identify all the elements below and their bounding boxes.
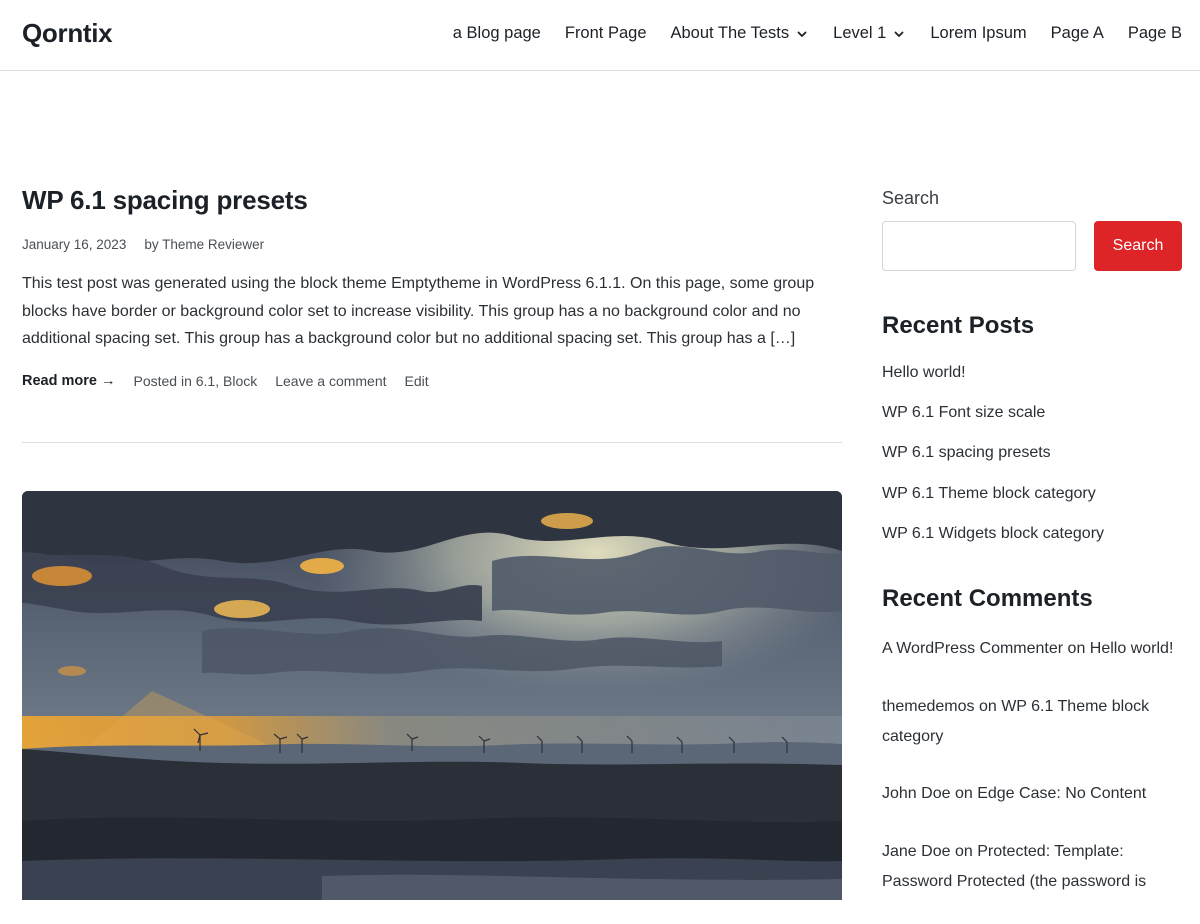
recent-post-link[interactable]: WP 6.1 spacing presets [882, 444, 1051, 461]
site-title[interactable]: Qorntix [22, 18, 113, 49]
list-item: John Doe on Edge Case: No Content [882, 779, 1182, 809]
comment-post-link[interactable]: Hello world! [1090, 640, 1174, 657]
nav-item-page-a[interactable]: Page A [1051, 24, 1104, 43]
search-label: Search [882, 188, 940, 208]
post-footer: Read more → Posted in 6.1, Block Leave a… [22, 373, 842, 389]
recent-post-link[interactable]: Hello world! [882, 364, 966, 381]
post-categories: Posted in 6.1, Block [133, 373, 257, 389]
category-links[interactable]: 6.1, Block [196, 373, 257, 389]
nav-item-lorem-ipsum[interactable]: Lorem Ipsum [930, 24, 1026, 43]
nav-item-label: Level 1 [833, 24, 887, 42]
post-divider [22, 442, 842, 443]
nav-item-label: Page B [1127, 24, 1182, 42]
post-date[interactable]: January 16, 2023 [22, 237, 126, 252]
search-input[interactable] [882, 221, 1076, 271]
list-item: WP 6.1 Font size scale [882, 403, 1182, 443]
nav-item-page-b[interactable]: Page B [1128, 24, 1182, 43]
nav-item-label: Front Page [564, 24, 647, 42]
nav-item-label: About The Tests [670, 24, 790, 42]
chevron-down-icon[interactable] [892, 27, 906, 41]
comment-on-text: on [954, 842, 973, 860]
comment-on-text: on [954, 785, 973, 802]
list-item: A WordPress Commenter on Hello world! [882, 634, 1182, 664]
recent-comments-title: Recent Comments [882, 585, 1093, 612]
comment-post-link[interactable]: Edge Case: No Content [977, 785, 1146, 802]
post-author[interactable]: by Theme Reviewer [144, 237, 264, 252]
nav-item-label: a Blog page [452, 24, 541, 42]
featured-image[interactable] [22, 491, 842, 900]
recent-posts-title: Recent Posts [882, 312, 1035, 339]
recent-posts-list: Hello world! WP 6.1 Font size scale WP 6… [882, 363, 1182, 564]
post-title[interactable]: WP 6.1 spacing presets [22, 185, 842, 216]
comment-on-text: on [978, 697, 997, 715]
comment-author-link[interactable]: Jane Doe [882, 843, 951, 860]
sidebar-search: Search Search [882, 188, 1182, 271]
list-item: Jane Doe on Protected: Template: Passwor… [882, 837, 1182, 897]
sunset-landscape-image [22, 491, 842, 900]
list-item: themedemos on WP 6.1 Theme block categor… [882, 692, 1182, 752]
posted-in-label: Posted in [133, 372, 192, 389]
comment-author-link[interactable]: themedemos [882, 698, 975, 715]
nav-item-blog-page[interactable]: a Blog page [453, 24, 541, 43]
comment-on-text: on [1067, 640, 1086, 657]
search-form: Search [882, 221, 1182, 271]
recent-comments-widget: Recent Comments A WordPress Commenter on… [882, 585, 1182, 924]
list-item: WP 6.1 spacing presets [882, 443, 1182, 483]
list-item: WP 6.1 Theme block category [882, 484, 1182, 524]
nav-item-level-1[interactable]: Level 1 [833, 24, 906, 43]
nav-item-label: Lorem Ipsum [930, 24, 1027, 42]
comment-author-link[interactable]: A WordPress Commenter [882, 640, 1063, 657]
list-item: WP 6.1 Widgets block category [882, 524, 1182, 564]
edit-link[interactable]: Edit [405, 373, 429, 389]
chevron-down-icon[interactable] [795, 27, 809, 41]
post-article: WP 6.1 spacing presets January 16, 2023 … [22, 185, 842, 389]
recent-post-link[interactable]: WP 6.1 Theme block category [882, 485, 1096, 502]
nav-item-label: Page A [1050, 24, 1104, 42]
recent-posts-widget: Recent Posts Hello world! WP 6.1 Font si… [882, 312, 1182, 564]
list-item: Hello world! [882, 363, 1182, 403]
leave-comment-link[interactable]: Leave a comment [275, 373, 386, 389]
recent-comments-list: A WordPress Commenter on Hello world! th… [882, 634, 1182, 897]
post-excerpt: This test post was generated using the b… [22, 275, 815, 347]
recent-post-link[interactable]: WP 6.1 Widgets block category [882, 525, 1104, 542]
recent-post-link[interactable]: WP 6.1 Font size scale [882, 404, 1045, 421]
primary-navigation: a Blog page Front Page About The Tests L… [429, 24, 1182, 43]
nav-item-front-page[interactable]: Front Page [565, 24, 647, 43]
search-button[interactable]: Search [1094, 221, 1182, 271]
site-header: Qorntix a Blog page Front Page About The… [0, 0, 1200, 71]
nav-item-about-the-tests[interactable]: About The Tests [671, 24, 810, 43]
post-meta: January 16, 2023 by Theme Reviewer [22, 237, 842, 252]
read-more-link[interactable]: Read more → [22, 373, 115, 389]
comment-author-link[interactable]: John Doe [882, 785, 951, 802]
